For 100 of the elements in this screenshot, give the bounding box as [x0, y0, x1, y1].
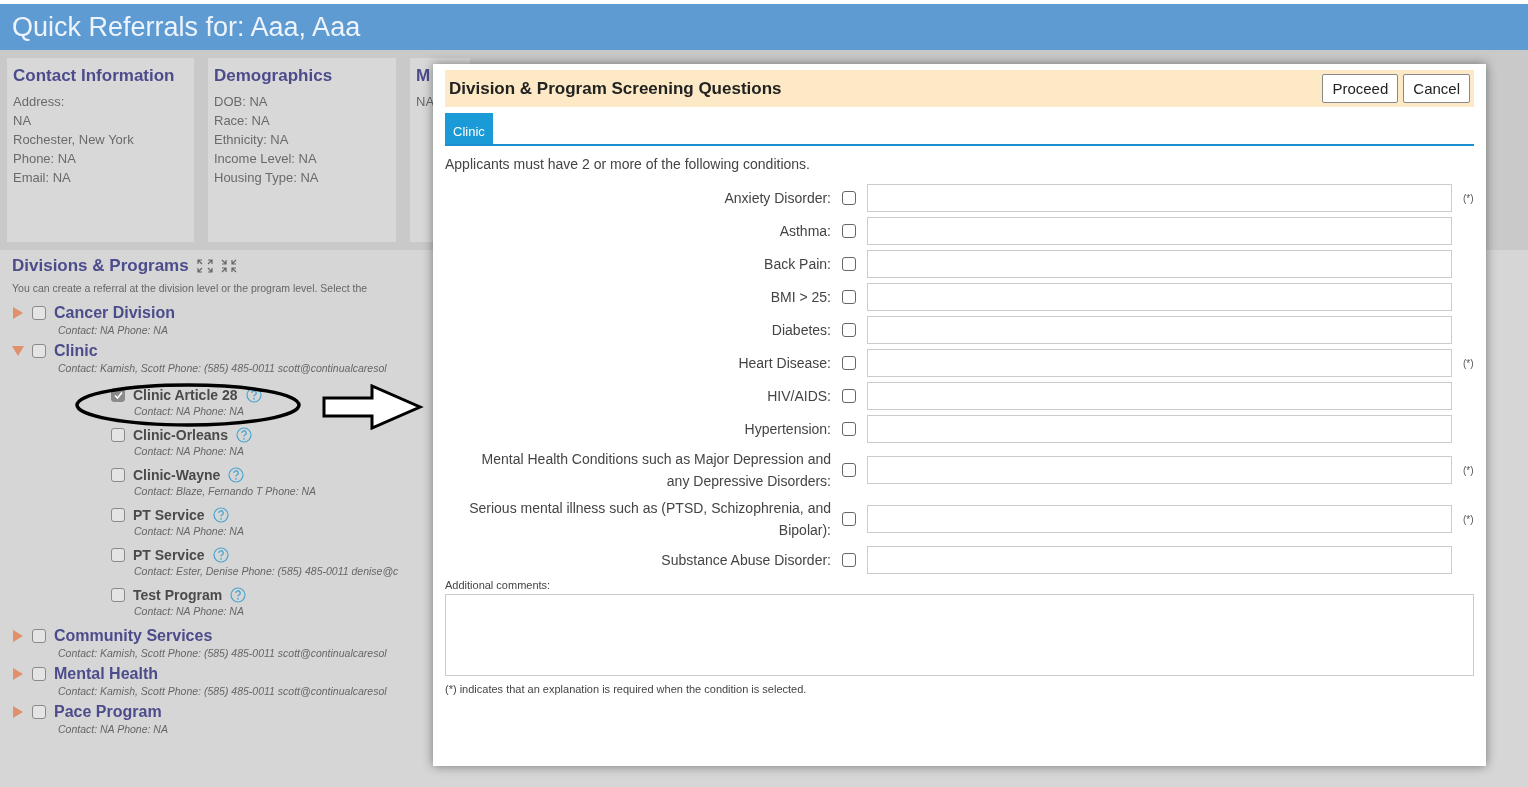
program-name[interactable]: Clinic Article 28 [133, 387, 238, 403]
condition-label: Diabetes: [770, 321, 831, 340]
program-name[interactable]: PT Service [133, 547, 205, 563]
comments-field[interactable] [445, 594, 1474, 676]
explanation-field[interactable] [867, 505, 1452, 533]
condition-label: Mental Health Conditions such as Major Depression and any Depressive Disorders: [480, 450, 831, 491]
caret-right-icon[interactable] [12, 307, 24, 319]
condition-label: Substance Abuse Disorder: [660, 551, 831, 570]
caret-right-icon[interactable] [12, 630, 24, 642]
division-name[interactable]: Community Services [54, 627, 213, 645]
explanation-field[interactable] [867, 382, 1452, 410]
required-note: (*) [1463, 357, 1474, 369]
checkmark-icon [113, 390, 123, 400]
checkbox[interactable] [111, 508, 125, 522]
program-name[interactable]: Clinic-Wayne [133, 467, 221, 483]
condition-label: HIV/AIDS: [766, 387, 831, 406]
checkbox[interactable] [842, 323, 856, 337]
caret-right-icon[interactable] [12, 668, 24, 680]
condition-label: Serious mental illness such as (PTSD, Schizophrenia, and Bipolar): [468, 499, 831, 540]
card-line: Phone: NA [13, 150, 77, 168]
division-name[interactable]: Cancer Division [54, 304, 175, 322]
checkbox[interactable] [842, 422, 856, 436]
contact-info: Contact: NA Phone: NA [58, 723, 168, 735]
card-line: Rochester, New York [13, 131, 135, 149]
checkbox[interactable] [32, 344, 46, 358]
program-name[interactable]: Test Program [133, 587, 223, 603]
card-title: Demographics [214, 66, 334, 86]
contact-info: Contact: Kamish, Scott Phone: (585) 485-0011 scott@continualcaresol [58, 685, 387, 697]
card-line: NA [416, 93, 436, 111]
contact-info: Contact: Kamish, Scott Phone: (585) 485-0011 scott@continualcaresol [58, 362, 387, 374]
contact-info: Contact: Kamish, Scott Phone: (585) 485-0011 scott@continualcaresol [58, 647, 387, 659]
footnote: (*) indicates that an explanation is required when the condition is selected. [445, 683, 808, 695]
checkbox[interactable] [842, 191, 856, 205]
checkbox[interactable] [842, 463, 856, 477]
card-line: Race: NA [214, 112, 271, 130]
checkbox[interactable] [111, 468, 125, 482]
section-title: Divisions & Programs [12, 256, 189, 276]
explanation-field[interactable] [867, 456, 1452, 484]
page-title: Quick Referrals for: Aaa, Aaa [0, 4, 1528, 50]
checkbox[interactable] [842, 389, 856, 403]
card-line: Housing Type: NA [214, 169, 320, 187]
comments-label: Additional comments: [445, 579, 552, 591]
card-title: Contact Information [13, 66, 176, 86]
contact-info: Contact: NA Phone: NA [134, 605, 244, 617]
checkbox[interactable] [32, 306, 46, 320]
explanation-field[interactable] [867, 546, 1452, 574]
contact-info: Contact: NA Phone: NA [58, 324, 168, 336]
proceed-button[interactable]: Proceed [1322, 74, 1399, 103]
checkbox[interactable] [32, 705, 46, 719]
required-note: (*) [1463, 192, 1474, 204]
division-name[interactable]: Clinic [54, 342, 98, 360]
checkbox[interactable] [842, 553, 856, 567]
condition-label: Anxiety Disorder: [723, 189, 831, 208]
checkbox[interactable] [111, 428, 125, 442]
caret-down-icon[interactable] [12, 345, 24, 357]
contact-info: Contact: Blaze, Fernando T Phone: NA [134, 485, 317, 497]
checkbox[interactable] [111, 548, 125, 562]
contact-info: Contact: NA Phone: NA [134, 445, 244, 457]
contact-info: Contact: NA Phone: NA [134, 405, 244, 417]
explanation-field[interactable] [867, 415, 1452, 443]
contact-info: Contact: Ester, Denise Phone: (585) 485-0011 denise@c [134, 565, 399, 577]
condition-label: BMI > 25: [769, 288, 831, 307]
checkbox[interactable] [111, 588, 125, 602]
card-title: M [416, 66, 432, 86]
condition-label: Heart Disease: [737, 354, 831, 373]
required-note: (*) [1463, 464, 1474, 476]
collapse-icon[interactable] [220, 259, 237, 273]
explanation-field[interactable] [867, 250, 1452, 278]
required-note: (*) [1463, 513, 1474, 525]
explanation-field[interactable] [867, 217, 1452, 245]
instructions: Applicants must have 2 or more of the following conditions. [445, 156, 811, 172]
card-line: Income Level: NA [214, 150, 318, 168]
help-icon[interactable] [245, 387, 262, 403]
checkbox[interactable] [842, 290, 856, 304]
tab[interactable]: Clinic [445, 113, 493, 144]
condition-label: Hypertension: [743, 420, 831, 439]
checkbox[interactable] [842, 257, 856, 271]
explanation-field[interactable] [867, 184, 1452, 212]
cancel-button[interactable]: Cancel [1403, 74, 1470, 103]
explanation-field[interactable] [867, 316, 1452, 344]
dialog-title: Division & Program Screening Questions [449, 78, 782, 99]
card-line: Address: [13, 93, 66, 111]
checkbox[interactable] [842, 224, 856, 238]
expand-icon[interactable] [196, 259, 213, 273]
program-name[interactable]: PT Service [133, 507, 205, 523]
division-name[interactable]: Mental Health [54, 665, 158, 683]
condition-label: Asthma: [778, 222, 831, 241]
checkbox[interactable] [842, 356, 856, 370]
division-name[interactable]: Pace Program [54, 703, 162, 721]
card-line: Email: NA [13, 169, 72, 187]
explanation-field[interactable] [867, 349, 1452, 377]
checkbox[interactable] [842, 512, 856, 526]
explanation-field[interactable] [867, 283, 1452, 311]
checkbox[interactable] [32, 629, 46, 643]
program-name[interactable]: Clinic-Orleans [133, 427, 228, 443]
caret-right-icon[interactable] [12, 706, 24, 718]
card-line: DOB: NA [214, 93, 269, 111]
condition-label: Back Pain: [763, 255, 831, 274]
checkbox[interactable] [32, 667, 46, 681]
section-description: You can create a referral at the division level or the program level. Select the [12, 282, 369, 294]
